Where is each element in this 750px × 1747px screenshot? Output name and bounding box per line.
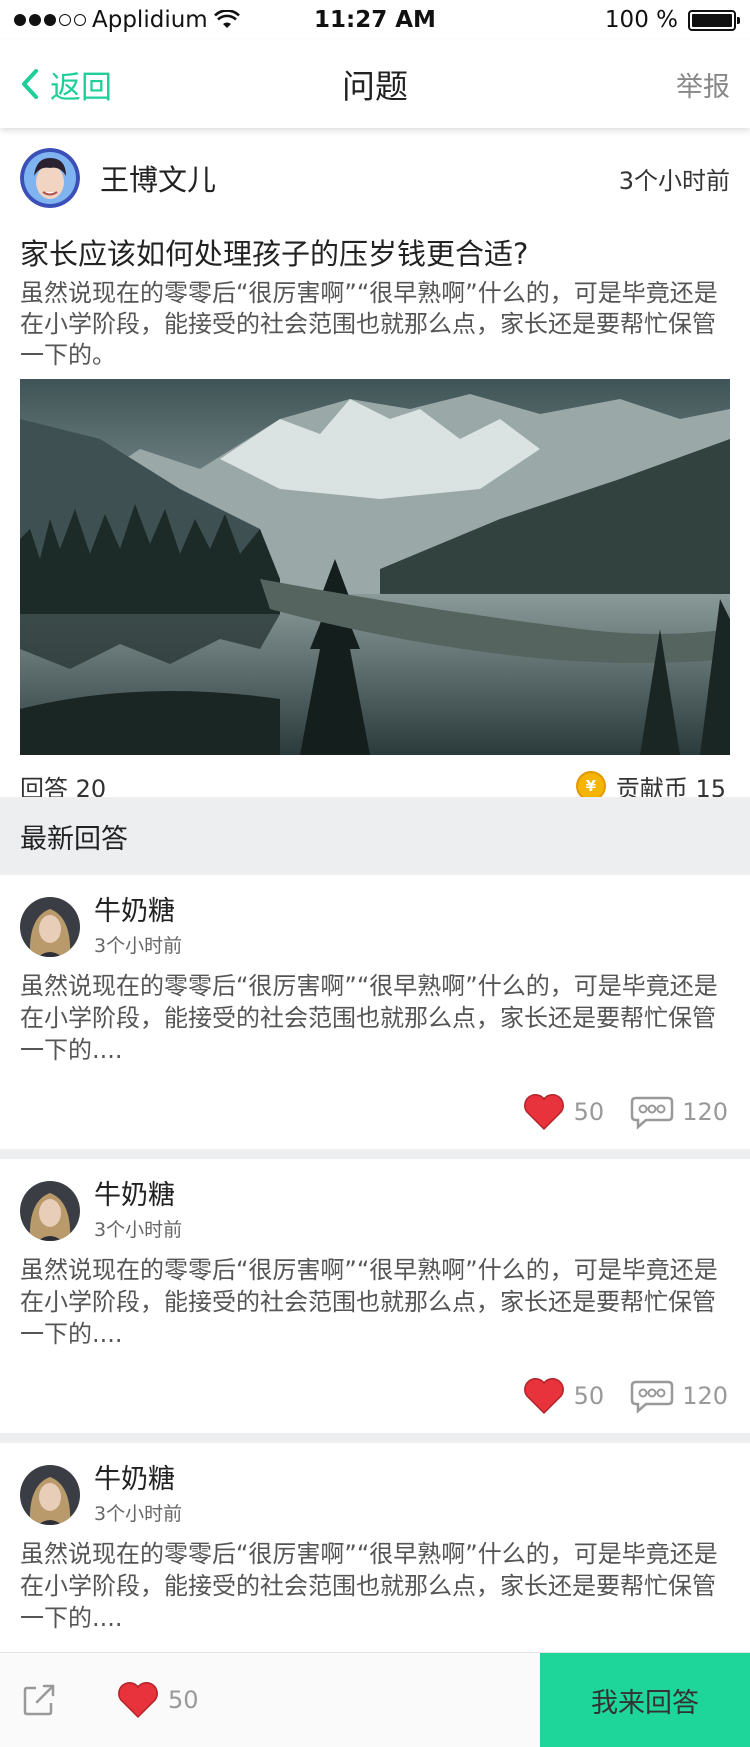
- answer-head: 牛奶糖 3个小时前: [20, 895, 730, 958]
- page-title: 问题: [342, 67, 408, 106]
- answer-actions: 50 120: [522, 1093, 728, 1131]
- chevron-left-icon: [22, 69, 38, 99]
- wifi-icon: [213, 10, 240, 28]
- latest-answers-header: 最新回答: [0, 797, 750, 875]
- question-author-row: 王博文儿 3个小时前: [20, 128, 730, 228]
- answer-item[interactable]: 牛奶糖 3个小时前 虽然说现在的零零后“很厉害啊”“很早熟啊”什么的，可是毕竟还…: [0, 875, 750, 1159]
- comment-count: 120: [682, 1382, 728, 1410]
- status-bar: Applidium 11:27 AM 100 %: [0, 0, 750, 40]
- answer-list: 牛奶糖 3个小时前 虽然说现在的零零后“很厉害啊”“很早熟啊”什么的，可是毕竟还…: [0, 875, 750, 1727]
- answer-head: 牛奶糖 3个小时前: [20, 1179, 730, 1242]
- question-card: 王博文儿 3个小时前 家长应该如何处理孩子的压岁钱更合适? 虽然说现在的零零后“…: [0, 128, 750, 817]
- like-count: 50: [573, 1098, 605, 1126]
- comment-icon: [630, 1096, 674, 1130]
- comment-icon: [630, 1380, 674, 1414]
- like-button[interactable]: 50: [522, 1093, 605, 1131]
- carrier-name: Applidium: [92, 7, 208, 33]
- answer-head: 牛奶糖 3个小时前: [20, 1463, 730, 1526]
- heart-icon: [523, 1094, 564, 1131]
- back-label: 返回: [50, 69, 112, 106]
- question-time: 3个小时前: [618, 166, 730, 195]
- heart-icon: [118, 1682, 158, 1719]
- answer-question-button[interactable]: 我来回答: [540, 1653, 750, 1747]
- answer-body: 虽然说现在的零零后“很厉害啊”“很早熟啊”什么的，可是毕竟还是在小学阶段，能接受…: [20, 1540, 718, 1632]
- answer-meta: 牛奶糖 3个小时前: [94, 1463, 182, 1526]
- bottom-bar: 50 我来回答: [0, 1652, 750, 1747]
- nav-bar: 返回 问题 举报: [0, 40, 750, 128]
- answer-meta: 牛奶糖 3个小时前: [94, 1179, 182, 1242]
- answer-item[interactable]: 牛奶糖 3个小时前 虽然说现在的零零后“很厉害啊”“很早熟啊”什么的，可是毕竟还…: [0, 1159, 750, 1443]
- share-icon[interactable]: [22, 1683, 56, 1717]
- comment-button[interactable]: 120: [630, 1094, 728, 1130]
- battery-icon: [688, 9, 740, 31]
- bottom-like-button[interactable]: 50: [116, 1681, 199, 1719]
- comment-button[interactable]: 120: [630, 1378, 728, 1414]
- question-title: 家长应该如何处理孩子的压岁钱更合适?: [20, 237, 529, 271]
- answer-time: 3个小时前: [94, 1219, 183, 1241]
- question-image[interactable]: [20, 379, 730, 755]
- answer-actions: 50 120: [522, 1377, 728, 1415]
- answer-time: 3个小时前: [94, 1503, 183, 1525]
- answer-time: 3个小时前: [94, 935, 183, 957]
- answer-body: 虽然说现在的零零后“很厉害啊”“很早熟啊”什么的，可是毕竟还是在小学阶段，能接受…: [20, 1256, 718, 1348]
- heart-icon: [523, 1378, 564, 1415]
- like-count: 50: [573, 1382, 605, 1410]
- answer-meta: 牛奶糖 3个小时前: [94, 895, 182, 958]
- back-button[interactable]: 返回: [20, 62, 112, 107]
- status-right: 100 %: [604, 7, 740, 33]
- comment-count: 120: [682, 1098, 728, 1126]
- avatar[interactable]: [20, 148, 80, 208]
- status-left: Applidium: [14, 7, 240, 33]
- answer-body: 虽然说现在的零零后“很厉害啊”“很早熟啊”什么的，可是毕竟还是在小学阶段，能接受…: [20, 972, 718, 1064]
- avatar[interactable]: [20, 1180, 80, 1241]
- avatar[interactable]: [20, 896, 80, 957]
- answer-author-name: 牛奶糖: [94, 1180, 175, 1211]
- signal-icon: [14, 14, 86, 26]
- like-button[interactable]: 50: [522, 1377, 605, 1415]
- question-author-name: 王博文儿: [100, 163, 217, 197]
- question-body: 虽然说现在的零零后“很厉害啊”“很早熟啊”什么的，可是毕竟还是在小学阶段，能接受…: [20, 279, 718, 369]
- bottom-like-count: 50: [168, 1686, 199, 1714]
- battery-percent: 100 %: [604, 7, 678, 33]
- answer-author-name: 牛奶糖: [94, 896, 175, 927]
- avatar[interactable]: [20, 1464, 80, 1525]
- answer-author-name: 牛奶糖: [94, 1464, 175, 1495]
- question-author[interactable]: 王博文儿: [20, 148, 216, 208]
- report-button[interactable]: 举报: [676, 65, 730, 104]
